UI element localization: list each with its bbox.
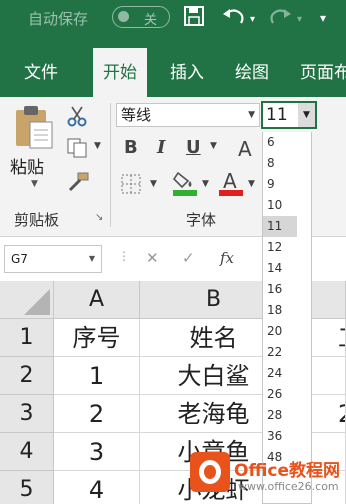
table-cell[interactable]: 3	[54, 433, 140, 471]
row-header[interactable]: 1	[0, 319, 54, 357]
paste-button[interactable]: 粘贴	[10, 153, 44, 178]
font-color-icon[interactable]: A	[218, 169, 244, 201]
font-size-option[interactable]: 18	[263, 300, 311, 321]
font-size-option[interactable]: 36	[263, 426, 311, 447]
fill-color-dropdown-icon[interactable]: ▼	[202, 179, 209, 189]
tab-file[interactable]: 文件	[24, 58, 58, 83]
cut-icon[interactable]	[66, 105, 88, 131]
clipboard-launcher-icon[interactable]: ↘	[95, 212, 103, 223]
tab-draw[interactable]: 绘图	[235, 58, 269, 83]
borders-dropdown-icon[interactable]: ▼	[150, 179, 157, 189]
chevron-down-icon[interactable]: ▼	[298, 103, 315, 127]
font-size-option[interactable]: 16	[263, 279, 311, 300]
fill-color-icon[interactable]	[172, 169, 198, 201]
undo-dropdown-icon[interactable]: ▾	[250, 8, 255, 32]
font-size-option[interactable]: 14	[263, 258, 311, 279]
chevron-down-icon[interactable]: ▼	[248, 104, 255, 126]
autosave-toggle[interactable]: 关	[112, 6, 170, 28]
format-painter-icon[interactable]	[66, 171, 90, 197]
font-size-option-selected[interactable]: 11	[263, 216, 297, 237]
group-divider	[110, 103, 111, 227]
italic-button[interactable]: I	[157, 137, 165, 158]
font-name-box[interactable]: 等线 ▼	[116, 103, 260, 127]
title-bar: 自动保存 关 ▾ ▾ ▾	[0, 0, 346, 42]
watermark-title: Office教程网	[234, 461, 341, 481]
chevron-down-icon[interactable]: ▼	[89, 246, 95, 272]
font-size-option[interactable]: 10	[263, 195, 311, 216]
bold-button[interactable]: B	[124, 137, 138, 158]
ribbon-tabs: 文件 开始 插入 绘图 页面布	[0, 42, 346, 97]
font-size-box[interactable]: 11 ▼	[261, 101, 317, 129]
redo-dropdown-icon[interactable]: ▾	[297, 8, 302, 32]
enter-icon[interactable]: ✓	[182, 249, 195, 267]
save-icon[interactable]	[183, 5, 205, 32]
grow-font-button[interactable]: A	[238, 137, 252, 161]
font-size-option[interactable]: 8	[263, 153, 311, 174]
borders-icon[interactable]	[120, 173, 142, 199]
watermark-url: www.office26.com	[238, 480, 339, 493]
column-header-a[interactable]: A	[54, 281, 140, 319]
font-size-value: 11	[266, 105, 288, 125]
customize-quick-access-icon[interactable]: ▾	[320, 6, 326, 30]
font-size-option[interactable]: 24	[263, 363, 311, 384]
row-header[interactable]: 2	[0, 357, 54, 395]
font-size-option[interactable]: 22	[263, 342, 311, 363]
copy-icon[interactable]	[66, 137, 88, 163]
insert-function-button[interactable]: fx	[220, 249, 234, 267]
watermark: Office教程网 www.office26.com	[190, 448, 346, 504]
underline-dropdown-icon[interactable]: ▼	[210, 141, 217, 151]
font-group-label: 字体	[186, 211, 217, 229]
row-header[interactable]: 3	[0, 395, 54, 433]
paste-dropdown-icon[interactable]: ▼	[31, 179, 38, 189]
table-cell[interactable]: 4	[54, 471, 140, 504]
redo-icon[interactable]	[268, 5, 292, 32]
font-color-glyph: A	[223, 169, 237, 193]
select-all-triangle-icon	[24, 289, 50, 315]
font-size-option[interactable]: 6	[263, 132, 311, 153]
office-logo-icon	[190, 452, 230, 492]
font-size-option[interactable]: 26	[263, 384, 311, 405]
toggle-knob	[118, 11, 129, 22]
table-cell[interactable]: 1	[54, 357, 140, 395]
table-cell[interactable]: 序号	[54, 319, 140, 357]
cancel-icon[interactable]: ✕	[146, 249, 159, 267]
autosave-label: 自动保存	[28, 10, 89, 28]
font-size-option[interactable]: 9	[263, 174, 311, 195]
font-size-option[interactable]: 28	[263, 405, 311, 426]
font-name-value: 等线	[121, 106, 152, 124]
font-size-option[interactable]: 20	[263, 321, 311, 342]
row-header[interactable]: 5	[0, 471, 54, 504]
row-header[interactable]: 4	[0, 433, 54, 471]
office-logo-ring	[199, 460, 221, 484]
underline-button[interactable]: U	[186, 137, 201, 158]
name-box[interactable]: G7 ▼	[4, 245, 102, 273]
copy-dropdown-icon[interactable]: ▼	[94, 141, 101, 151]
vertical-dots-icon: ⋮	[118, 249, 130, 263]
tab-insert[interactable]: 插入	[170, 58, 204, 83]
select-all-button[interactable]	[0, 281, 54, 319]
tab-home[interactable]: 开始	[93, 48, 147, 97]
paste-icon[interactable]	[12, 104, 56, 150]
tab-page-layout[interactable]: 页面布	[300, 58, 346, 83]
clipboard-group-label: 剪贴板	[14, 211, 60, 229]
undo-icon[interactable]	[222, 5, 246, 32]
table-cell[interactable]: 2	[54, 395, 140, 433]
font-color-dropdown-icon[interactable]: ▼	[248, 179, 255, 189]
name-box-value: G7	[11, 252, 28, 266]
autosave-state: 关	[144, 13, 158, 28]
font-size-option[interactable]: 12	[263, 237, 311, 258]
